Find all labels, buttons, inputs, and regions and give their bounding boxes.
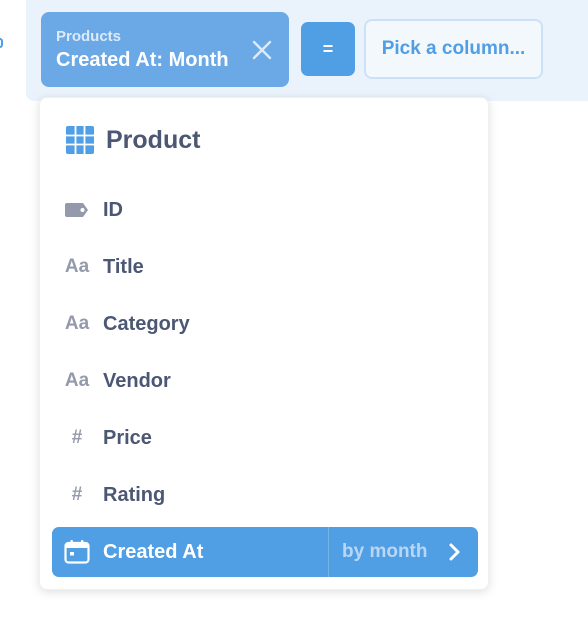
column-item-id[interactable]: ID: [52, 185, 478, 235]
column-label: Price: [103, 427, 152, 449]
close-icon[interactable]: [250, 38, 274, 62]
bucket-divider: [328, 527, 329, 577]
column-label: Title: [103, 256, 144, 278]
column-label: Category: [103, 313, 190, 335]
column-label: ID: [103, 199, 123, 221]
operator-button[interactable]: =: [301, 22, 355, 76]
column-label: Created At: [103, 541, 204, 563]
calendar-icon: [64, 540, 90, 564]
lhs-column-chip[interactable]: Products Created At: Month: [41, 12, 289, 87]
column-item-vendor[interactable]: Aa Vendor: [52, 356, 478, 406]
number-icon: #: [71, 484, 83, 505]
chevron-right-icon[interactable]: [444, 542, 464, 562]
column-item-category[interactable]: Aa Category: [52, 299, 478, 349]
label-icon: [65, 203, 88, 217]
text-icon: Aa: [64, 313, 90, 334]
number-icon: #: [71, 427, 83, 448]
edge-handle: [0, 38, 3, 48]
chip-table-name: Products: [56, 28, 122, 45]
text-icon: Aa: [64, 370, 90, 391]
column-item-rating[interactable]: # Rating: [52, 470, 478, 520]
text-icon: Aa: [64, 256, 90, 277]
column-item-created-at[interactable]: Created At by month: [52, 527, 478, 577]
column-item-title[interactable]: Aa Title: [52, 242, 478, 292]
temporal-bucket-button[interactable]: by month: [342, 527, 428, 577]
column-label: Rating: [103, 484, 166, 506]
pick-column-button[interactable]: Pick a column...: [364, 19, 543, 79]
table-icon: [66, 126, 94, 154]
table-title: Product: [106, 126, 201, 154]
column-label: Vendor: [103, 370, 171, 392]
column-item-price[interactable]: # Price: [52, 413, 478, 463]
chip-column-name: Created At: Month: [56, 49, 229, 71]
column-picker-popover: Product ID Aa Title Aa Category Aa Vendo…: [39, 97, 489, 590]
